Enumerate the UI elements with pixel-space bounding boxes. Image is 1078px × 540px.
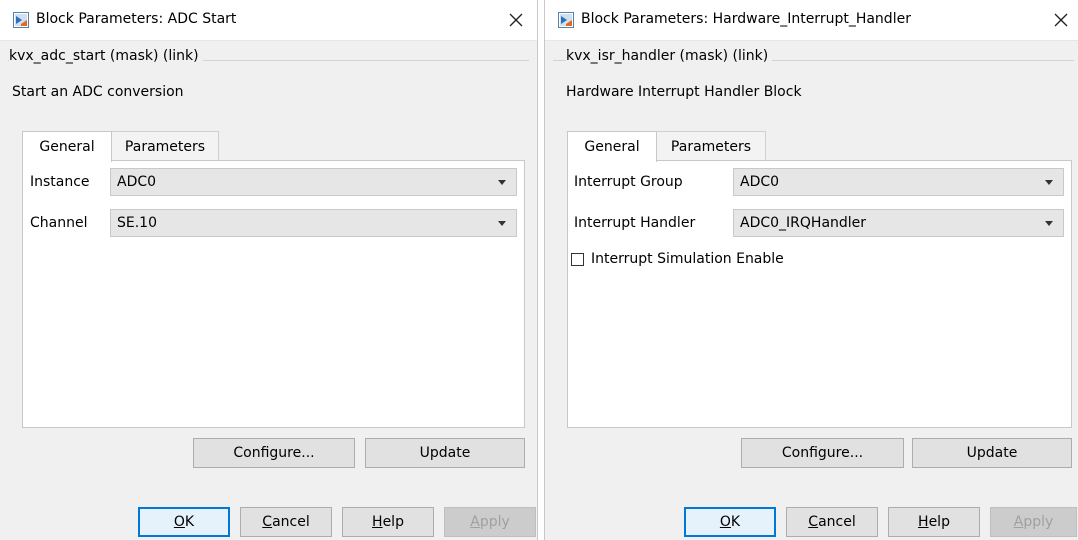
tab-panel bbox=[567, 160, 1072, 428]
cancel-button[interactable]: Cancel bbox=[786, 507, 878, 537]
update-button[interactable]: Update bbox=[912, 438, 1072, 468]
block-description: Start an ADC conversion bbox=[12, 84, 184, 100]
dialog-title: Block Parameters: ADC Start bbox=[36, 11, 237, 27]
close-icon bbox=[1054, 13, 1068, 27]
channel-value: SE.10 bbox=[117, 215, 157, 231]
chevron-down-icon bbox=[1045, 180, 1053, 185]
checkbox-box[interactable] bbox=[571, 252, 584, 266]
channel-label: Channel bbox=[30, 215, 88, 231]
interrupt-handler-label: Interrupt Handler bbox=[574, 215, 696, 231]
apply-button[interactable]: Apply bbox=[444, 507, 536, 537]
configure-button[interactable]: Configure... bbox=[193, 438, 355, 468]
simulink-icon bbox=[558, 12, 574, 28]
chevron-down-icon bbox=[498, 221, 506, 226]
tab-panel bbox=[22, 160, 525, 428]
interrupt-handler-dropdown[interactable]: ADC0_IRQHandler bbox=[733, 209, 1064, 237]
instance-dropdown[interactable]: ADC0 bbox=[110, 168, 517, 196]
channel-dropdown[interactable]: SE.10 bbox=[110, 209, 517, 237]
interrupt-handler-value: ADC0_IRQHandler bbox=[740, 215, 867, 231]
close-button[interactable] bbox=[501, 5, 531, 35]
help-button[interactable]: Help bbox=[888, 507, 980, 537]
checkbox-label: Interrupt Simulation Enable bbox=[591, 251, 784, 267]
mask-label: kvx_isr_handler (mask) (link) bbox=[566, 48, 773, 64]
close-icon bbox=[509, 13, 523, 27]
instance-value: ADC0 bbox=[117, 174, 157, 190]
dialog-hardware-interrupt-handler: Block Parameters: Hardware_Interrupt_Han… bbox=[544, 0, 1078, 540]
tab-general[interactable]: General bbox=[567, 131, 657, 162]
interrupt-group-dropdown[interactable]: ADC0 bbox=[733, 168, 1064, 196]
tab-parameters[interactable]: Parameters bbox=[656, 131, 766, 161]
simulink-icon bbox=[13, 12, 29, 28]
chevron-down-icon bbox=[498, 180, 506, 185]
help-button[interactable]: Help bbox=[342, 507, 434, 537]
update-button[interactable]: Update bbox=[365, 438, 525, 468]
interrupt-group-value: ADC0 bbox=[740, 174, 780, 190]
tab-parameters[interactable]: Parameters bbox=[111, 131, 219, 161]
interrupt-simulation-checkbox[interactable]: Interrupt Simulation Enable bbox=[571, 251, 784, 267]
cancel-button[interactable]: Cancel bbox=[240, 507, 332, 537]
chevron-down-icon bbox=[1045, 221, 1053, 226]
mask-label: kvx_adc_start (mask) (link) bbox=[9, 48, 203, 64]
dialog-adc-start: Block Parameters: ADC Start kvx_adc_star… bbox=[0, 0, 538, 540]
apply-button[interactable]: Apply bbox=[990, 507, 1077, 537]
tab-general[interactable]: General bbox=[22, 131, 112, 162]
ok-button[interactable]: OK bbox=[684, 507, 776, 537]
interrupt-group-label: Interrupt Group bbox=[574, 174, 683, 190]
configure-button[interactable]: Configure... bbox=[741, 438, 904, 468]
dialog-title: Block Parameters: Hardware_Interrupt_Han… bbox=[581, 11, 911, 27]
ok-button[interactable]: OK bbox=[138, 507, 230, 537]
instance-label: Instance bbox=[30, 174, 90, 190]
block-description: Hardware Interrupt Handler Block bbox=[566, 84, 802, 100]
title-bar[interactable]: Block Parameters: Hardware_Interrupt_Han… bbox=[545, 0, 1078, 41]
title-bar[interactable]: Block Parameters: ADC Start bbox=[0, 0, 537, 41]
close-button[interactable] bbox=[1046, 5, 1076, 35]
